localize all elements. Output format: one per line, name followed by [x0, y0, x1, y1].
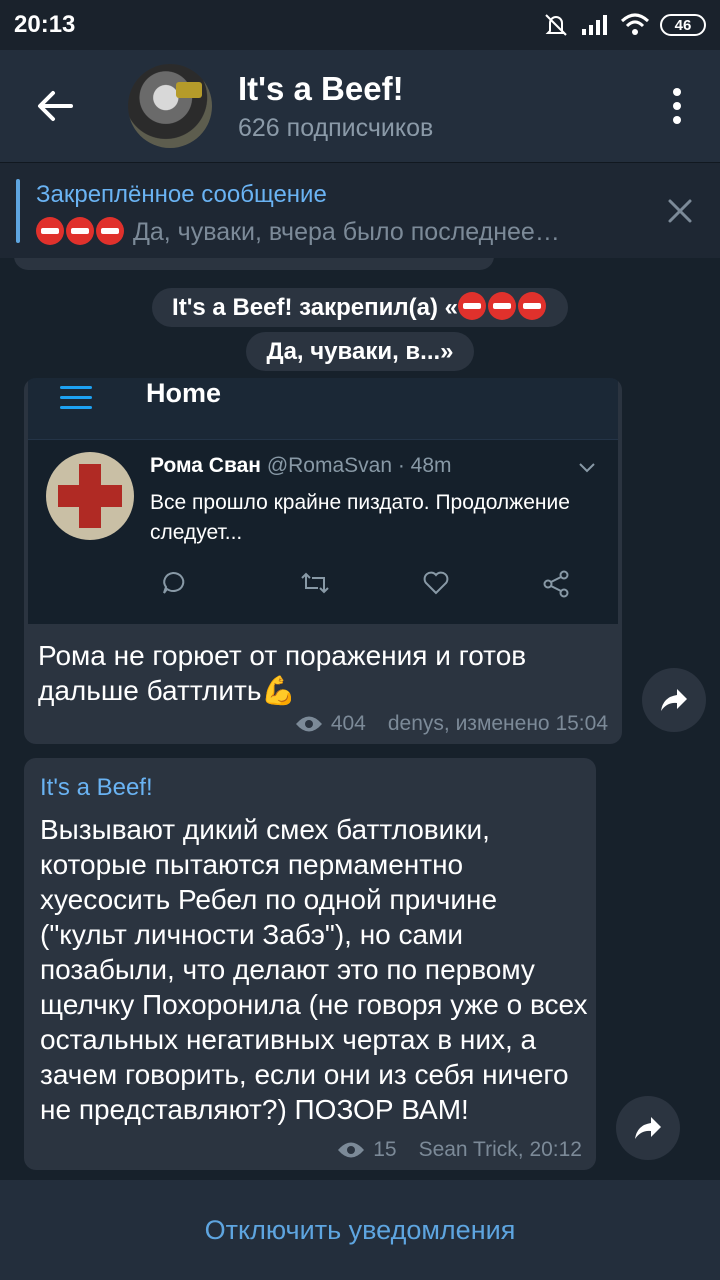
status-bar: 20:13 46 [0, 0, 720, 50]
like-icon [423, 571, 449, 595]
chat-header: It's a Beef! 626 подписчиков [0, 50, 720, 162]
stop-sign-emoji [96, 217, 124, 245]
pinned-accent-bar [16, 179, 20, 243]
tweet-screenshot: Home Рома Сван @RomaSvan · 48m Все прошл… [28, 378, 618, 624]
service-line1: It's a Beef! закрепил(а) « [172, 294, 458, 321]
channel-title: It's a Beef! [238, 69, 404, 107]
pinned-preview: Да, чуваки, вчера было последнее… [36, 217, 560, 247]
forward-button[interactable] [616, 1096, 680, 1160]
message-bubble[interactable]: It's a Beef! Вызывают дикий смех баттлов… [24, 758, 596, 1170]
mute-notifications-button[interactable]: Отключить уведомления [205, 1215, 516, 1246]
status-time: 20:13 [14, 11, 76, 38]
close-icon[interactable] [662, 193, 698, 229]
more-vert-icon[interactable] [634, 50, 720, 162]
mute-bell-icon [545, 14, 567, 36]
channel-avatar[interactable] [128, 64, 212, 148]
previous-message-fragment [14, 258, 494, 270]
tweet-text: Все прошло крайне пиздато. Продолжение с… [150, 491, 570, 544]
channel-subscribers: 626 подписчиков [238, 113, 434, 142]
pinned-text: Да, чуваки, вчера было последнее… [132, 218, 560, 246]
retweet-icon [301, 572, 329, 594]
channel-title-block[interactable]: It's a Beef! 626 подписчиков [238, 70, 433, 143]
service-line2: Да, чуваки, в...» [266, 338, 454, 365]
pinned-message-bar[interactable]: Закреплённое сообщение Да, чуваки, вчера… [0, 162, 720, 258]
message-list[interactable]: It's a Beef! закрепил(а) « Да, чуваки, в.… [0, 258, 720, 1180]
eye-icon [295, 716, 322, 732]
stop-sign-emoji [517, 292, 546, 320]
share-icon [661, 689, 687, 711]
message-text: Рома не горюет от поражения и готов даль… [38, 640, 527, 706]
signal-icon [582, 15, 607, 35]
battery-icon: 46 [660, 14, 706, 36]
mute-notifications-bar[interactable]: Отключить уведомления [0, 1180, 720, 1280]
pinned-title: Закреплённое сообщение [36, 181, 327, 208]
message-text: Вызывают дикий смех баттловики, которые … [40, 814, 588, 1125]
stop-sign-emoji [487, 292, 516, 320]
message-author: It's a Beef! [40, 774, 153, 801]
tweet-avatar [46, 452, 134, 540]
reply-icon [163, 571, 185, 594]
tweet-top-bar: Home [28, 378, 618, 440]
view-count: 15 [373, 1138, 397, 1161]
wifi-icon [620, 13, 650, 35]
message-signature: denys, изменено 15:04 [387, 712, 608, 735]
eye-icon [338, 1142, 365, 1158]
tweet-handle: @RomaSvan · 48m [266, 454, 452, 477]
service-message: It's a Beef! закрепил(а) « Да, чуваки, в.… [0, 286, 720, 374]
message-signature: Sean Trick, 20:12 [418, 1138, 582, 1161]
stop-sign-emoji [457, 292, 486, 320]
tweet-author: Рома Сван [150, 454, 261, 477]
share-icon [635, 1117, 661, 1139]
forward-button[interactable] [642, 668, 706, 732]
view-count: 404 [330, 712, 366, 735]
message-bubble[interactable]: Home Рома Сван @RomaSvan · 48m Все прошл… [24, 378, 622, 744]
message-meta: 404 denys, изменено 15:04 [295, 712, 608, 736]
tweet-actions [150, 566, 570, 602]
tweet-home-label: Home [146, 378, 222, 408]
hamburger-icon [60, 386, 92, 416]
stop-sign-emoji [66, 217, 94, 245]
tweet-author-line: Рома Сван @RomaSvan · 48m [150, 454, 452, 478]
chevron-down-icon [579, 463, 595, 473]
message-meta: 15 Sean Trick, 20:12 [337, 1138, 582, 1162]
stop-sign-emoji [36, 217, 64, 245]
tweet-share-icon [543, 570, 569, 598]
battery-level: 46 [674, 16, 692, 34]
back-arrow-icon [38, 91, 73, 121]
back-button[interactable] [0, 50, 110, 162]
